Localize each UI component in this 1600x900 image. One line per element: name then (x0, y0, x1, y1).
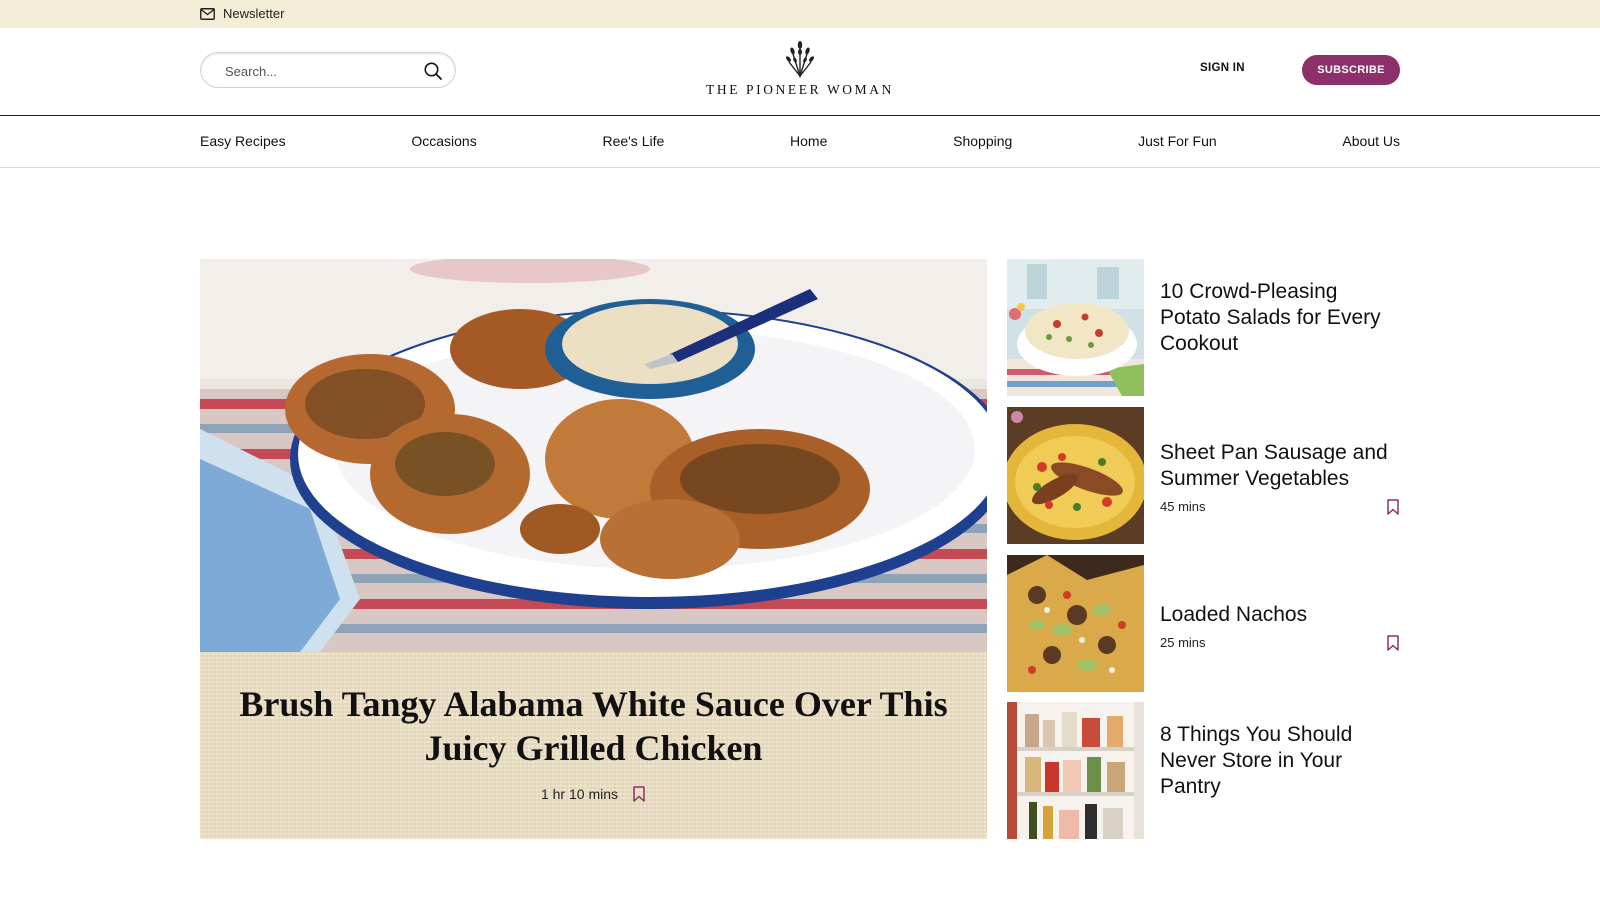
search-input[interactable] (225, 61, 415, 81)
bookmark-icon[interactable] (1386, 499, 1400, 515)
hero-meta: 1 hr 10 mins (200, 786, 987, 802)
main-nav: Easy Recipes Occasions Ree's Life Home S… (0, 116, 1600, 168)
list-item-title[interactable]: 8 Things You Should Never Store in Your … (1160, 722, 1400, 800)
hero-image-grilled-chicken[interactable] (200, 259, 987, 652)
wheat-logo-icon (786, 41, 814, 78)
list-item: 10 Crowd-Pleasing Potato Salads for Ever… (1007, 259, 1400, 396)
newsletter-link[interactable]: Newsletter (200, 6, 284, 21)
bookmark-icon[interactable] (1386, 635, 1400, 651)
nav-item-easy-recipes[interactable]: Easy Recipes (200, 133, 286, 149)
thumbnail-sausage-vegetables[interactable] (1007, 407, 1144, 544)
nav-item-just-for-fun[interactable]: Just For Fun (1138, 133, 1217, 149)
nav-item-shopping[interactable]: Shopping (953, 133, 1012, 149)
list-item-title[interactable]: 10 Crowd-Pleasing Potato Salads for Ever… (1160, 279, 1400, 357)
bookmark-icon[interactable] (632, 786, 646, 802)
subscribe-button[interactable]: SUBSCRIBE (1302, 55, 1400, 85)
list-item: 8 Things You Should Never Store in Your … (1007, 702, 1400, 839)
nav-item-occasions[interactable]: Occasions (411, 133, 476, 149)
list-item: Sheet Pan Sausage and Summer Vegetables … (1007, 407, 1400, 544)
list-item: Loaded Nachos 25 mins (1007, 555, 1400, 692)
hero-feature: Brush Tangy Alabama White Sauce Over Thi… (200, 259, 987, 839)
nav-item-rees-life[interactable]: Ree's Life (602, 133, 664, 149)
list-item-time: 45 mins (1160, 499, 1206, 514)
sign-in-link[interactable]: SIGN IN (1200, 62, 1245, 74)
list-item-time: 25 mins (1160, 635, 1206, 650)
hero-title[interactable]: Brush Tangy Alabama White Sauce Over Thi… (230, 682, 957, 770)
utility-bar: Newsletter (0, 0, 1600, 28)
list-item-title[interactable]: Loaded Nachos (1160, 602, 1400, 628)
site-logo[interactable]: THE PIONEER WOMAN (700, 40, 900, 104)
thumbnail-potato-salad[interactable] (1007, 259, 1144, 396)
search-box (200, 52, 456, 88)
thumbnail-loaded-nachos[interactable] (1007, 555, 1144, 692)
list-item-title[interactable]: Sheet Pan Sausage and Summer Vegetables (1160, 440, 1400, 492)
search-icon[interactable] (423, 61, 443, 81)
nav-item-about-us[interactable]: About Us (1342, 133, 1400, 149)
nav-item-home[interactable]: Home (790, 133, 827, 149)
site-header: THE PIONEER WOMAN SIGN IN SUBSCRIBE (0, 28, 1600, 116)
thumbnail-pantry[interactable] (1007, 702, 1144, 839)
mail-icon (200, 7, 215, 20)
logo-wordmark: THE PIONEER WOMAN (706, 82, 894, 97)
newsletter-label: Newsletter (223, 6, 285, 21)
hero-caption: Brush Tangy Alabama White Sauce Over Thi… (200, 652, 987, 839)
hero-cook-time: 1 hr 10 mins (540, 786, 619, 802)
